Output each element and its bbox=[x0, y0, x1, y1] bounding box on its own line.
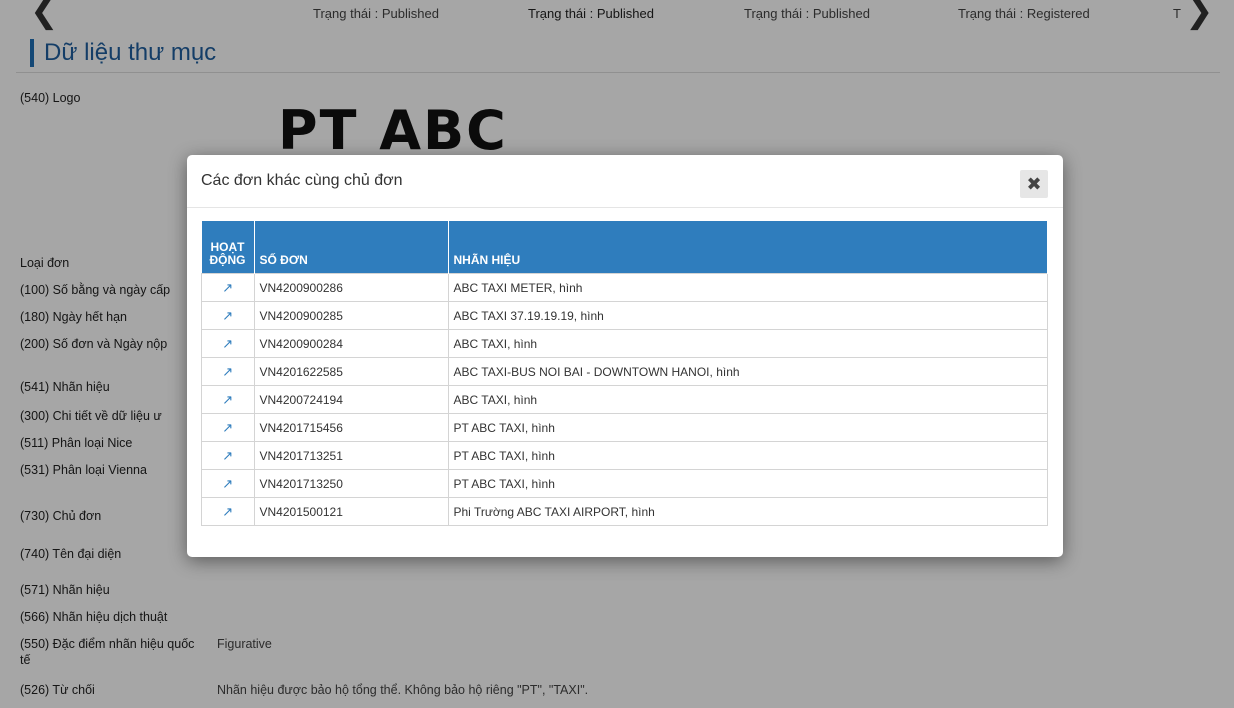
table-cell-number: VN4201713250 bbox=[253, 469, 449, 498]
external-link-icon[interactable]: ↗ bbox=[222, 336, 233, 351]
table-cell-mark: ABC TAXI, hình bbox=[447, 385, 1048, 414]
table-row: ↗ VN4201713251 PT ABC TAXI, hình bbox=[201, 441, 1048, 470]
table-cell-action: ↗ bbox=[201, 385, 255, 414]
table-cell-mark: ABC TAXI METER, hình bbox=[447, 273, 1048, 302]
table-cell-action: ↗ bbox=[201, 273, 255, 302]
close-icon[interactable]: ✖ bbox=[1020, 170, 1048, 198]
table-cell-number: VN4200724194 bbox=[253, 385, 449, 414]
table-cell-action: ↗ bbox=[201, 469, 255, 498]
table-cell-number: VN4201713251 bbox=[253, 441, 449, 470]
table-row: ↗ VN4200900286 ABC TAXI METER, hình bbox=[201, 273, 1048, 302]
table-cell-number: VN4200900286 bbox=[253, 273, 449, 302]
table-cell-number: VN4201500121 bbox=[253, 497, 449, 526]
table-cell-mark: PT ABC TAXI, hình bbox=[447, 469, 1048, 498]
table-cell-number: VN4201715456 bbox=[253, 413, 449, 442]
table-cell-mark: ABC TAXI 37.19.19.19, hình bbox=[447, 301, 1048, 330]
table-cell-mark: Phi Trường ABC TAXI AIRPORT, hình bbox=[447, 497, 1048, 526]
table-cell-action: ↗ bbox=[201, 329, 255, 358]
column-header-number: SỐ ĐƠN bbox=[254, 221, 449, 274]
external-link-icon[interactable]: ↗ bbox=[222, 504, 233, 519]
external-link-icon[interactable]: ↗ bbox=[222, 364, 233, 379]
table-cell-mark: PT ABC TAXI, hình bbox=[447, 441, 1048, 470]
applications-table: HOẠT ĐỘNG SỐ ĐƠN NHÃN HIỆU ↗ VN4200900286… bbox=[201, 221, 1048, 526]
table-row: ↗ VN4200900284 ABC TAXI, hình bbox=[201, 329, 1048, 358]
table-row: ↗ VN4201715456 PT ABC TAXI, hình bbox=[201, 413, 1048, 442]
external-link-icon[interactable]: ↗ bbox=[222, 420, 233, 435]
table-cell-mark: ABC TAXI-BUS NOI BAI - DOWNTOWN HANOI, h… bbox=[447, 357, 1048, 386]
table-cell-number: VN4201622585 bbox=[253, 357, 449, 386]
table-row: ↗ VN4201713250 PT ABC TAXI, hình bbox=[201, 469, 1048, 498]
table-cell-action: ↗ bbox=[201, 497, 255, 526]
table-row: ↗ VN4200724194 ABC TAXI, hình bbox=[201, 385, 1048, 414]
table-cell-action: ↗ bbox=[201, 301, 255, 330]
external-link-icon[interactable]: ↗ bbox=[222, 448, 233, 463]
external-link-icon[interactable]: ↗ bbox=[222, 392, 233, 407]
table-cell-number: VN4200900284 bbox=[253, 329, 449, 358]
column-header-action: HOẠT ĐỘNG bbox=[201, 221, 255, 274]
external-link-icon[interactable]: ↗ bbox=[222, 476, 233, 491]
table-cell-action: ↗ bbox=[201, 441, 255, 470]
external-link-icon[interactable]: ↗ bbox=[222, 308, 233, 323]
related-applications-modal: Các đơn khác cùng chủ đơn ✖ HOẠT ĐỘNG SỐ… bbox=[187, 155, 1063, 557]
table-row: ↗ VN4201500121 Phi Trường ABC TAXI AIRPORT… bbox=[201, 497, 1048, 526]
table-cell-number: VN4200900285 bbox=[253, 301, 449, 330]
table-row: ↗ VN4200900285 ABC TAXI 37.19.19.19, hình bbox=[201, 301, 1048, 330]
external-link-icon[interactable]: ↗ bbox=[222, 280, 233, 295]
modal-title: Các đơn khác cùng chủ đơn bbox=[201, 172, 403, 189]
table-body: ↗ VN4200900286 ABC TAXI METER, hình ↗ VN4200… bbox=[201, 273, 1048, 526]
table-cell-action: ↗ bbox=[201, 413, 255, 442]
modal-header: Các đơn khác cùng chủ đơn ✖ bbox=[187, 155, 1063, 208]
column-header-mark: NHÃN HIỆU bbox=[448, 221, 1048, 274]
table-cell-mark: PT ABC TAXI, hình bbox=[447, 413, 1048, 442]
table-header-row: HOẠT ĐỘNG SỐ ĐƠN NHÃN HIỆU bbox=[201, 221, 1048, 274]
table-row: ↗ VN4201622585 ABC TAXI-BUS NOI BAI - DOWN… bbox=[201, 357, 1048, 386]
table-cell-mark: ABC TAXI, hình bbox=[447, 329, 1048, 358]
table-cell-action: ↗ bbox=[201, 357, 255, 386]
